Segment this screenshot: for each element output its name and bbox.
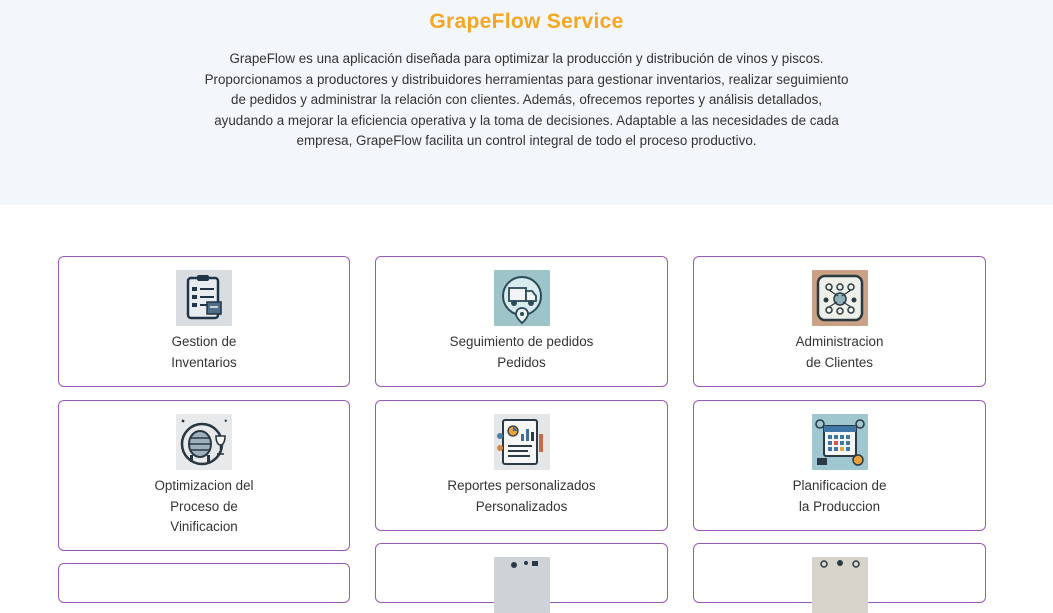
inventory-clipboard-icon	[176, 270, 232, 326]
delivery-truck-icon	[493, 270, 550, 326]
hero-section: GrapeFlow Service GrapeFlow es una aplic…	[0, 0, 1053, 205]
hero-description: GrapeFlow es una aplicación diseñada par…	[204, 51, 849, 148]
page-title: GrapeFlow Service	[429, 10, 624, 33]
service-card-row3-left[interactable]	[58, 563, 350, 603]
service-card-orders[interactable]: Seguimiento de pedidos Pedidos	[375, 256, 668, 387]
report-dashboard-icon	[493, 414, 550, 470]
services-grid: Gestion de Inventarios Seguimiento de pe…	[0, 205, 1053, 613]
service-thumbnail-icon	[811, 557, 868, 613]
service-card-label: Reportes personalizados Personalizados	[447, 478, 596, 514]
service-card-clients[interactable]: Administracion de Clientes	[693, 256, 986, 387]
service-card-label: Optimizacion del Proceso de Vinificacion	[154, 478, 254, 534]
production-calendar-icon	[811, 414, 868, 470]
service-card-production[interactable]: Planificacion de la Produccion	[693, 400, 986, 531]
service-card-winemaking[interactable]: Optimizacion del Proceso de Vinificacion	[58, 400, 350, 551]
service-card-inventory[interactable]: Gestion de Inventarios	[58, 256, 350, 387]
service-card-label: Gestion de Inventarios	[171, 334, 237, 370]
service-card-label: Seguimiento de pedidos Pedidos	[449, 334, 594, 370]
service-card-label: Administracion de Clientes	[795, 334, 884, 370]
wine-barrel-icon	[176, 414, 232, 470]
service-card-reports[interactable]: Reportes personalizados Personalizados	[375, 400, 668, 531]
service-card-row3-right[interactable]	[693, 543, 986, 613]
client-network-icon	[811, 270, 868, 326]
service-thumbnail-icon	[493, 557, 550, 613]
service-card-label: Planificacion de la Produccion	[792, 478, 887, 514]
service-card-row3-middle[interactable]	[375, 543, 668, 613]
